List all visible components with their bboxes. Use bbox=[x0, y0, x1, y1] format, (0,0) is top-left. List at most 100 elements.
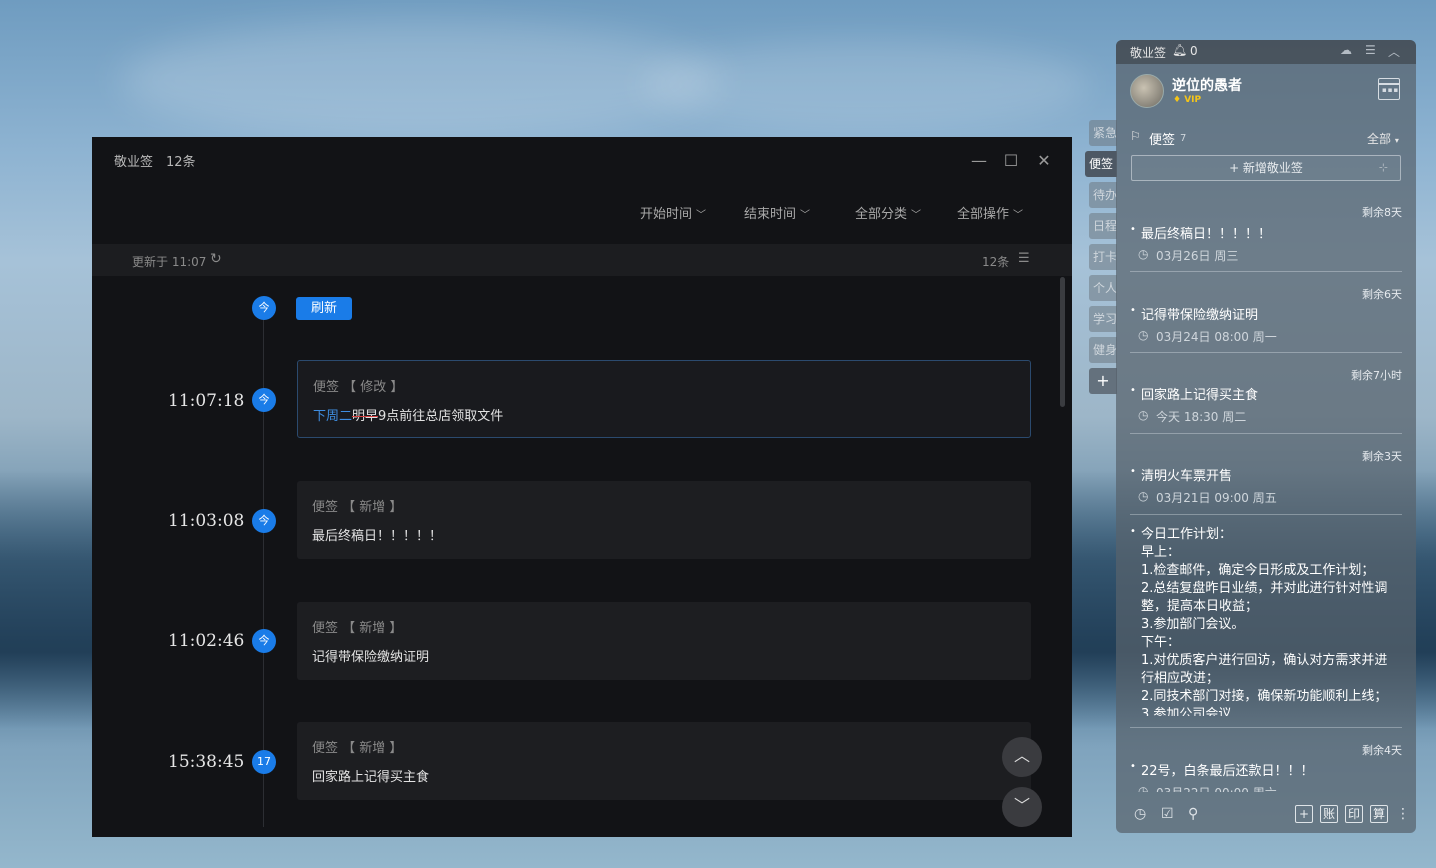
clock-icon: ◷ bbox=[1138, 247, 1149, 261]
panel-top-bar: 敬业签 🔔︎ 0 ☁ ☰ ︿ bbox=[1116, 40, 1416, 64]
remaining-time: 剩余8天 bbox=[1362, 206, 1402, 219]
note-date: 03月24日 08:00 周一 bbox=[1156, 330, 1277, 344]
scroll-down-button[interactable]: ﹀ bbox=[1002, 787, 1042, 827]
scrollbar[interactable] bbox=[1060, 277, 1065, 407]
list-item[interactable]: 剩余6天 • 记得带保险缴纳证明 ◷ 03月24日 08:00 周一 bbox=[1130, 272, 1402, 353]
bullet: • bbox=[1130, 224, 1136, 235]
calculator-icon[interactable]: 算 bbox=[1370, 805, 1388, 823]
entry-content: 最后终稿日！！！！！ bbox=[312, 529, 443, 544]
note-line: 2.同技术部门对接，确保新功能顺利上线； bbox=[1141, 689, 1388, 704]
close-icon[interactable]: ✕ bbox=[1032, 149, 1056, 173]
tab-fitness[interactable]: 健身 bbox=[1089, 337, 1117, 363]
note-multiline: 今日工作计划： 早上： 1.检查邮件，确定今日形成及工作计划； 2.总结复盘昨日… bbox=[1141, 526, 1399, 716]
chevron-down-icon: ﹀ bbox=[1013, 796, 1030, 815]
note-date: 今天 18:30 周二 bbox=[1156, 410, 1247, 424]
more-icon[interactable]: ⋮ bbox=[1396, 806, 1410, 822]
minimize-icon[interactable]: — bbox=[967, 149, 991, 173]
note-text: 回家路上记得买主食 bbox=[1141, 388, 1259, 403]
note-line: 3.参加部门会议。 bbox=[1141, 617, 1245, 632]
section-count: 7 bbox=[1180, 133, 1187, 144]
add-icon[interactable]: + bbox=[1295, 805, 1313, 823]
search-icon[interactable]: ⚲ bbox=[1188, 806, 1198, 822]
account-icon[interactable]: 账 bbox=[1320, 805, 1338, 823]
bullet: • bbox=[1130, 466, 1136, 477]
clock-icon: ◷ bbox=[1138, 328, 1149, 342]
scroll-up-button[interactable]: ︿ bbox=[1002, 737, 1042, 777]
timeline-card[interactable]: 便签 【 新增 】 回家路上记得买主食 bbox=[297, 722, 1031, 800]
checklist-icon[interactable]: ☑ bbox=[1161, 806, 1174, 822]
refresh-button[interactable]: 刷新 bbox=[296, 297, 352, 320]
entry-time: 11:03:08 bbox=[168, 511, 245, 531]
panel-bottom-bar: ◷ ☑ ⚲ + 账 印 算 ⋮ bbox=[1116, 800, 1416, 833]
timeline-card[interactable]: 便签 【 修改 】 下周二明早9点前往总店领取文件 bbox=[297, 360, 1031, 438]
clock-icon: ◷ bbox=[1138, 489, 1149, 503]
remaining-time: 剩余3天 bbox=[1362, 450, 1402, 463]
filter-all-dropdown[interactable]: 全部 ▾ bbox=[1367, 130, 1399, 147]
note-text: 清明火车票开售 bbox=[1141, 469, 1233, 484]
list-item[interactable]: 剩余8天 • 最后终稿日！！！！！ ◷ 03月26日 周三 bbox=[1130, 190, 1402, 272]
note-line: 今日工作计划： bbox=[1141, 527, 1233, 542]
avatar[interactable] bbox=[1130, 74, 1164, 108]
chevron-down-icon: ﹀ bbox=[1013, 210, 1024, 221]
entry-time: 11:07:18 bbox=[168, 391, 245, 411]
bullet: • bbox=[1130, 761, 1136, 772]
new-text: 9点前往总店领取文件 bbox=[378, 409, 504, 424]
bullet: • bbox=[1130, 385, 1136, 396]
list-item[interactable]: 剩余4天 • 22号，白条最后还款日！！！ ◷ 03月22日 00:00 周六 bbox=[1130, 728, 1402, 792]
tab-study[interactable]: 学习 bbox=[1089, 306, 1117, 332]
tab-checkin[interactable]: 打卡 bbox=[1089, 244, 1117, 270]
print-icon[interactable]: 印 bbox=[1345, 805, 1363, 823]
filter-start-time[interactable]: 开始时间 ﹀ bbox=[640, 203, 706, 222]
notification-count: 0 bbox=[1190, 44, 1198, 58]
timeline-dot: 今 bbox=[252, 629, 276, 653]
pin-icon[interactable]: ⊹ bbox=[1379, 156, 1388, 180]
chevron-down-icon: ﹀ bbox=[911, 210, 922, 221]
refresh-icon[interactable]: ↻ bbox=[210, 251, 222, 267]
chevron-down-icon: ﹀ bbox=[696, 210, 707, 221]
tab-notes[interactable]: 便签 bbox=[1085, 151, 1117, 177]
title-bar: 敬业签 12条 — ☐ ✕ bbox=[92, 137, 1072, 183]
remaining-time: 剩余7小时 bbox=[1351, 369, 1402, 382]
timeline-line bbox=[263, 307, 264, 827]
filter-operation[interactable]: 全部操作 ﹀ bbox=[957, 203, 1023, 222]
tab-schedule[interactable]: 日程 bbox=[1089, 213, 1117, 239]
timeline-card[interactable]: 便签 【 新增 】 最后终稿日！！！！！ bbox=[297, 481, 1031, 559]
list-item[interactable]: 剩余7小时 • 回家路上记得买主食 ◷ 今天 18:30 周二 bbox=[1130, 353, 1402, 434]
tab-personal[interactable]: 个人 bbox=[1089, 275, 1117, 301]
timeline-card[interactable]: 便签 【 新增 】 记得带保险缴纳证明 bbox=[297, 602, 1031, 680]
entry-time: 15:38:45 bbox=[168, 752, 245, 772]
entry-time: 11:02:46 bbox=[168, 631, 245, 651]
maximize-icon[interactable]: ☐ bbox=[999, 149, 1023, 173]
notes-list: 剩余8天 • 最后终稿日！！！！！ ◷ 03月26日 周三 剩余6天 • 记得带… bbox=[1116, 190, 1416, 792]
bullet: • bbox=[1130, 526, 1136, 537]
tab-todo[interactable]: 待办 bbox=[1089, 182, 1117, 208]
clock-icon: ◷ bbox=[1138, 784, 1149, 792]
collapse-icon[interactable]: ︿ bbox=[1388, 43, 1400, 60]
filter-category[interactable]: 全部分类 ﹀ bbox=[855, 203, 921, 222]
new-note-button[interactable]: + 新增敬业签 ⊹ bbox=[1131, 155, 1401, 181]
tab-urgent[interactable]: 紧急 bbox=[1089, 120, 1117, 146]
list-icon[interactable]: ☰ bbox=[1018, 251, 1030, 266]
add-tab-button[interactable]: + bbox=[1089, 368, 1117, 394]
filter-all-label: 全部 bbox=[1367, 132, 1392, 146]
menu-icon[interactable]: ☰ bbox=[1365, 43, 1376, 57]
note-date: 03月21日 09:00 周五 bbox=[1156, 491, 1277, 505]
window-title: 敬业签 bbox=[114, 155, 154, 170]
list-item[interactable]: • 今日工作计划： 早上： 1.检查邮件，确定今日形成及工作计划； 2.总结复盘… bbox=[1130, 515, 1402, 728]
filter-end-time[interactable]: 结束时间 ﹀ bbox=[744, 203, 810, 222]
clock-icon[interactable]: ◷ bbox=[1134, 806, 1146, 822]
username: 逆位的愚者 bbox=[1172, 78, 1242, 94]
vip-badge: ♦ VIP bbox=[1173, 95, 1202, 105]
cloud-sync-icon[interactable]: ☁ bbox=[1340, 43, 1352, 57]
bell-icon[interactable]: 🔔︎ bbox=[1172, 43, 1187, 57]
filter-label: 结束时间 bbox=[744, 207, 797, 222]
entry-category: 便签 【 修改 】 bbox=[313, 380, 404, 395]
calendar-icon[interactable] bbox=[1378, 78, 1400, 100]
background-cloud bbox=[640, 40, 1090, 130]
list-item[interactable]: 剩余3天 • 清明火车票开售 ◷ 03月21日 09:00 周五 bbox=[1130, 434, 1402, 515]
entry-category: 便签 【 新增 】 bbox=[312, 500, 403, 515]
entry-content: 记得带保险缴纳证明 bbox=[312, 650, 430, 665]
entry-category: 便签 【 新增 】 bbox=[312, 741, 403, 756]
filter-label: 全部操作 bbox=[957, 207, 1010, 222]
note-line: 行相应改进； bbox=[1141, 671, 1220, 686]
